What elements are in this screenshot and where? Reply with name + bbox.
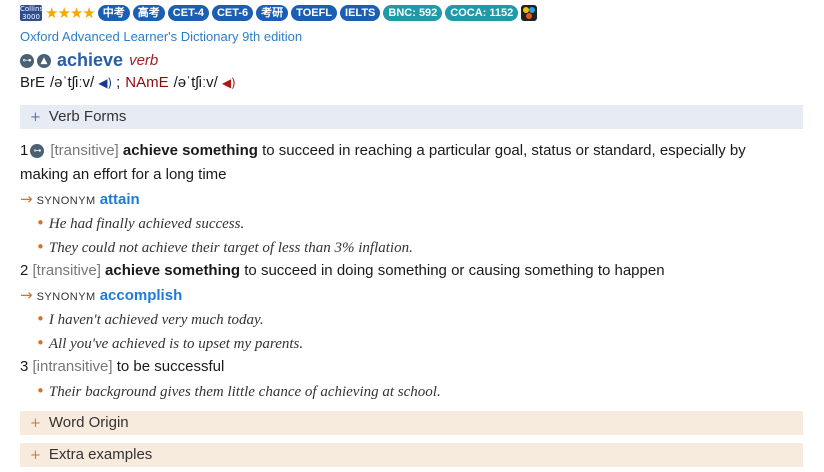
synonym-label: SYNONYM	[36, 291, 96, 303]
bre-ipa: /əˈtʃiːv/	[50, 74, 95, 91]
sense-1-definition-continued: making an effort for a long time	[20, 166, 227, 183]
level-tag-ielts: IELTS	[340, 5, 381, 21]
headword-row: ⊶ ▲ achieve verb	[20, 50, 158, 71]
name-label: NAmE	[125, 74, 169, 91]
example-sentence: • All you've achieved is to upset my pare…	[36, 334, 303, 353]
bullet-icon: •	[36, 214, 45, 232]
synonym-label: SYNONYM	[36, 195, 96, 207]
bullet-icon: •	[36, 382, 45, 400]
pronunciation-row: BrE /əˈtʃiːv/ ◀) ; NAmE /əˈtʃiːv/ ◀)	[20, 74, 240, 91]
definition-text: to succeed in doing something or causing…	[244, 262, 665, 279]
part-of-speech: verb	[129, 52, 159, 69]
uk-speaker-icon[interactable]: ◀)	[98, 76, 112, 90]
sense-number: 2	[20, 262, 29, 279]
verb-forms-label: Verb Forms	[48, 108, 127, 125]
example-sentence: • Their background gives them little chan…	[36, 382, 441, 401]
us-speaker-icon[interactable]: ◀)	[222, 76, 236, 90]
example-text: All you've achieved is to upset my paren…	[48, 336, 304, 352]
level-tag-cet6: CET-6	[211, 5, 254, 21]
arrow-right-icon: →	[20, 286, 33, 304]
level-tag-kaoyan: 考研	[256, 5, 289, 21]
example-text: He had finally achieved success.	[48, 216, 245, 232]
word-origin-toggle[interactable]: + Word Origin	[20, 411, 803, 435]
example-sentence: • They could not achieve their target of …	[36, 238, 413, 257]
level-tag-toefl: TOEFL	[291, 5, 338, 21]
grammar-label: [intransitive]	[32, 358, 113, 375]
grammar-label: [transitive]	[50, 142, 119, 159]
definition-text: to be successful	[116, 358, 225, 375]
graduation-cap-icon: ▲	[37, 53, 51, 68]
synonym-link-accomplish[interactable]: accomplish	[100, 287, 183, 304]
expand-plus-icon: +	[30, 448, 41, 463]
example-text: Their background gives them little chanc…	[48, 384, 441, 400]
key-icon: ⊶	[20, 53, 34, 68]
dictionary-source-link[interactable]: Oxford Advanced Learner's Dictionary 9th…	[20, 29, 302, 44]
example-text: I haven't achieved very much today.	[48, 312, 264, 328]
sense-number: 3	[20, 358, 29, 375]
extra-examples-toggle[interactable]: + Extra examples	[20, 443, 803, 467]
sense-number: 1	[20, 142, 29, 159]
coca-rank-tag: COCA: 1152	[445, 5, 519, 21]
verb-forms-toggle[interactable]: + Verb Forms	[20, 105, 803, 129]
word-tags-row: Collins 3000 ★★★★ 中考 高考 CET-4 CET-6 考研 T…	[20, 4, 538, 22]
book-icon: Collins 3000	[20, 5, 44, 21]
definition-text: to succeed in reaching a particular goal…	[262, 142, 746, 159]
headword: achieve	[57, 50, 124, 70]
bnc-rank-tag: BNC: 592	[383, 5, 443, 21]
sense-1-definition: 1 ⊶ [transitive] achieve something to succ…	[20, 142, 746, 159]
frequency-stars: ★★★★	[45, 4, 96, 22]
book-icon-number: 3000	[22, 13, 40, 21]
sense-pattern: achieve something	[105, 262, 241, 279]
expand-plus-icon: +	[30, 110, 41, 125]
sense-pattern: achieve something	[122, 142, 258, 159]
example-text: They could not achieve their target of l…	[48, 240, 413, 256]
pie-chart-icon[interactable]	[521, 5, 538, 21]
book-icon-label: Collins	[20, 5, 44, 13]
bre-label: BrE	[20, 74, 46, 91]
arrow-right-icon: →	[20, 190, 33, 208]
extra-examples-label: Extra examples	[48, 446, 153, 463]
sense-2-synonym: → SYNONYM accomplish	[20, 286, 182, 304]
synonym-link-attain[interactable]: attain	[100, 191, 140, 208]
pron-separator: ;	[116, 74, 121, 91]
level-tag-zhongkao: 中考	[97, 5, 130, 21]
sense-1-synonym: → SYNONYM attain	[20, 190, 140, 208]
word-origin-label: Word Origin	[48, 414, 129, 431]
bullet-icon: •	[36, 238, 45, 256]
expand-plus-icon: +	[30, 416, 41, 431]
sense-2-definition: 2 [transitive] achieve something to succ…	[20, 262, 665, 279]
level-tag-gaokao: 高考	[132, 5, 165, 21]
bullet-icon: •	[36, 310, 45, 328]
example-sentence: • I haven't achieved very much today.	[36, 310, 264, 329]
bullet-icon: •	[36, 334, 45, 352]
grammar-label: [transitive]	[32, 262, 101, 279]
sense-3-definition: 3 [intransitive] to be successful	[20, 358, 224, 375]
name-ipa: /əˈtʃiːv/	[173, 74, 218, 91]
example-sentence: • He had finally achieved success.	[36, 214, 244, 233]
key-icon: ⊶	[30, 144, 45, 158]
level-tag-cet4: CET-4	[167, 5, 209, 21]
